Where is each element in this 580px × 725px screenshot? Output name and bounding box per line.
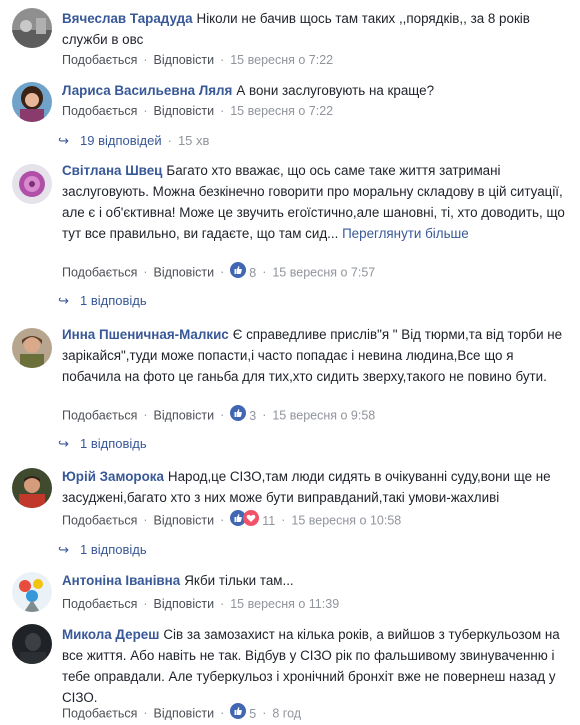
reaction-count[interactable]: 11 xyxy=(262,511,275,531)
comment-time[interactable]: 15 вересня о 9:58 xyxy=(272,408,375,422)
comment-actions: Подобається · Відповісти · 11 · 15 вересня о 1… xyxy=(62,510,401,532)
comment-author[interactable]: Инна Пшеничная-Малкис xyxy=(62,327,229,342)
comment: Инна Пшеничная-Малкис Є справедливе присл… xyxy=(0,320,580,430)
reply-link[interactable]: Відповісти xyxy=(154,265,215,279)
avatar[interactable] xyxy=(12,624,52,664)
like-link[interactable]: Подобається xyxy=(62,408,137,422)
reply-arrow-icon: ↪ xyxy=(58,293,69,308)
love-reaction-icon[interactable] xyxy=(243,510,260,532)
comment-actions: Подобається · Відповісти · 15 вересня о 7:22 xyxy=(62,53,334,67)
view-replies[interactable]: ↪ 1 відповідь xyxy=(58,434,147,454)
comment-actions: Подобається · Відповісти · 3 · 15 вересня о 9:… xyxy=(62,405,375,427)
reply-arrow-icon: ↪ xyxy=(58,133,69,148)
avatar[interactable] xyxy=(12,328,52,368)
comment-author[interactable]: Юрій Заморока xyxy=(62,469,164,484)
like-reaction-icon[interactable] xyxy=(230,405,247,427)
comment-body: Микола Дереш Сів за замозахист на кілька … xyxy=(62,624,568,708)
like-link[interactable]: Подобається xyxy=(62,104,137,118)
reply-link[interactable]: Відповісти xyxy=(154,408,215,422)
comment: Світлана Швец Багато хто вважає, що ось с… xyxy=(0,158,580,282)
comment-author[interactable]: Світлана Швец xyxy=(62,163,162,178)
reply-link[interactable]: Відповісти xyxy=(154,104,215,118)
replies-time: 15 хв xyxy=(177,133,210,148)
comment-time[interactable]: 15 вересня о 10:58 xyxy=(291,513,401,527)
comment-text: Якби тільки там... xyxy=(184,573,294,588)
replies-count[interactable]: 19 відповідей xyxy=(80,133,162,148)
comment-body: Вячеслав Тарадуда Ніколи не бачив щось та… xyxy=(62,8,568,50)
comment-author[interactable]: Микола Дереш xyxy=(62,627,159,642)
view-replies[interactable]: ↪ 1 відповідь xyxy=(58,291,147,311)
like-link[interactable]: Подобається xyxy=(62,597,137,611)
comment-author[interactable]: Вячеслав Тарадуда xyxy=(62,11,193,26)
comment: Микола Дереш Сів за замозахист на кілька … xyxy=(0,620,580,722)
like-link[interactable]: Подобається xyxy=(62,53,137,67)
reply-arrow-icon: ↪ xyxy=(58,542,69,557)
comment-time[interactable]: 15 вересня о 7:22 xyxy=(230,53,333,67)
comment-body: Світлана Швец Багато хто вважає, що ось с… xyxy=(62,160,568,244)
like-link[interactable]: Подобається xyxy=(62,265,137,279)
reaction-count[interactable]: 3 xyxy=(249,406,256,426)
avatar[interactable] xyxy=(12,468,52,508)
avatar[interactable] xyxy=(12,164,52,204)
comment-time[interactable]: 15 вересня о 7:22 xyxy=(230,104,333,118)
reply-link[interactable]: Відповісти xyxy=(154,513,215,527)
comment-body: Антоніна Іванівна Якби тільки там... xyxy=(62,570,568,591)
comment-body: Лариса Васильевна Ляля А вони заслуговуют… xyxy=(62,80,568,101)
comment-author[interactable]: Лариса Васильевна Ляля xyxy=(62,83,232,98)
like-link[interactable]: Подобається xyxy=(62,706,137,720)
reaction-count[interactable]: 5 xyxy=(249,704,256,724)
comment-text: А вони заслуговують на краще? xyxy=(236,83,435,98)
reply-link[interactable]: Відповісти xyxy=(154,597,215,611)
avatar[interactable] xyxy=(12,8,52,48)
comment-body: Юрій Заморока Народ,це СІЗО,там люди сидя… xyxy=(62,466,568,508)
comment: Лариса Васильевна Ляля А вони заслуговуют… xyxy=(0,74,580,124)
see-more-link[interactable]: Переглянути більше xyxy=(342,226,469,241)
comment-time[interactable]: 15 вересня о 7:57 xyxy=(272,265,375,279)
comment: Антоніна Іванівна Якби тільки там... Подо… xyxy=(0,568,580,614)
comment: Юрій Заморока Народ,це СІЗО,там люди сидя… xyxy=(0,462,580,534)
replies-count[interactable]: 1 відповідь xyxy=(80,293,147,308)
replies-count[interactable]: 1 відповідь xyxy=(80,436,147,451)
comment-actions: Подобається · Відповісти · 15 вересня о 11:3… xyxy=(62,597,340,611)
comment-actions: Подобається · Відповісти · 8 · 15 вересня о 7:… xyxy=(62,262,375,284)
comment-actions: Подобається · Відповісти · 15 вересня о 7:22 xyxy=(62,104,334,118)
comment-time[interactable]: 8 год xyxy=(272,706,301,720)
view-replies[interactable]: ↪ 1 відповідь xyxy=(58,540,147,560)
reply-link[interactable]: Відповісти xyxy=(154,706,215,720)
reaction-count[interactable]: 8 xyxy=(249,263,256,283)
comment: Вячеслав Тарадуда Ніколи не бачив щось та… xyxy=(0,0,580,72)
reply-link[interactable]: Відповісти xyxy=(154,53,215,67)
like-reaction-icon[interactable] xyxy=(230,262,247,284)
view-replies[interactable]: ↪ 19 відповідей · 15 хв xyxy=(58,131,209,151)
avatar[interactable] xyxy=(12,82,52,122)
comment-author[interactable]: Антоніна Іванівна xyxy=(62,573,180,588)
replies-count[interactable]: 1 відповідь xyxy=(80,542,147,557)
reply-arrow-icon: ↪ xyxy=(58,436,69,451)
comment-time[interactable]: 15 вересня о 11:39 xyxy=(230,597,339,611)
avatar[interactable] xyxy=(12,572,52,612)
comment-body: Инна Пшеничная-Малкис Є справедливе присл… xyxy=(62,324,568,387)
like-link[interactable]: Подобається xyxy=(62,513,137,527)
